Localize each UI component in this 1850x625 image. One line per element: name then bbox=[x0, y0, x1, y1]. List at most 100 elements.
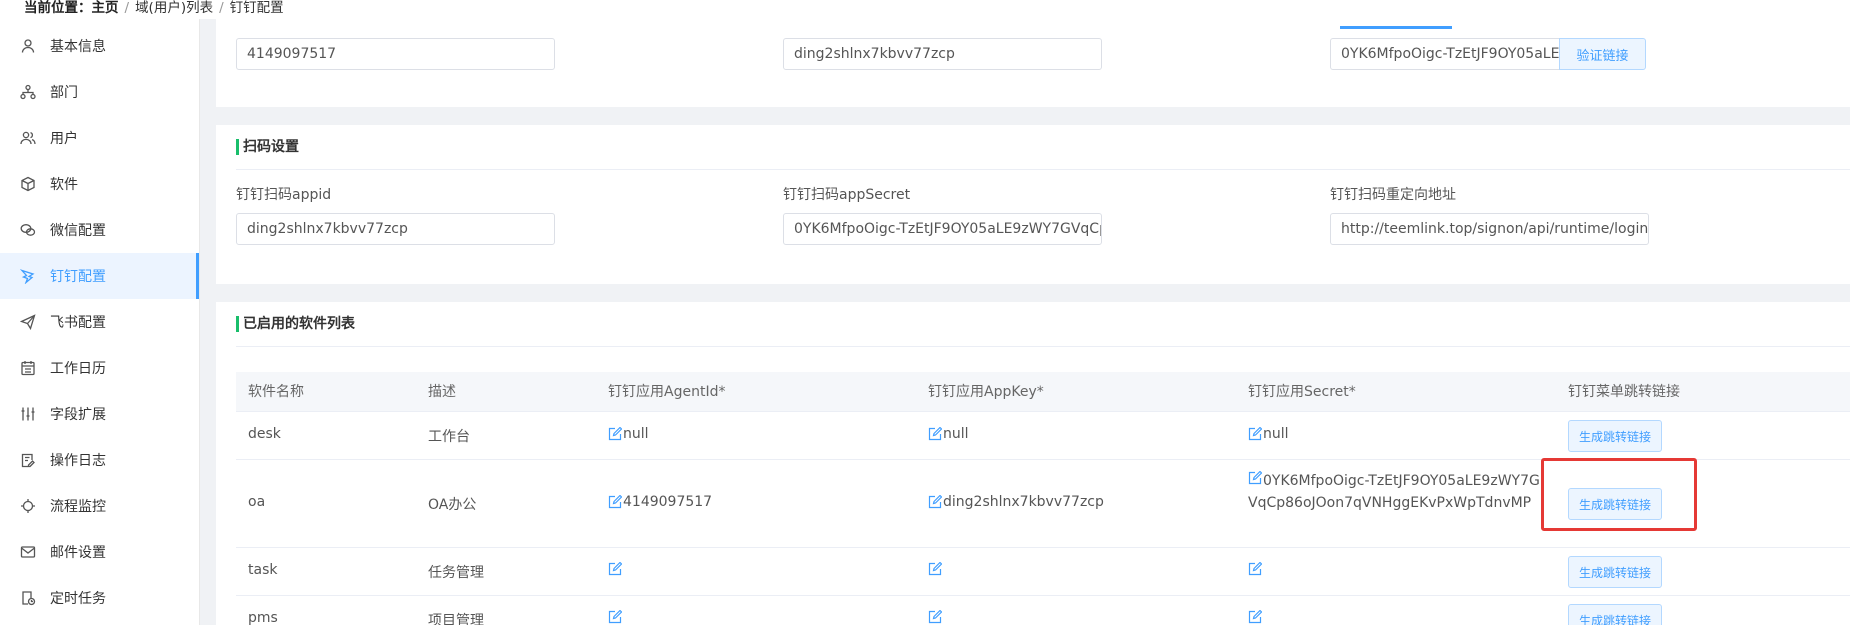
edit-icon[interactable] bbox=[1248, 427, 1262, 441]
column-header-secret: 钉钉应用Secret* bbox=[1248, 384, 1356, 400]
section-divider bbox=[236, 169, 1850, 170]
column-header-agentid: 钉钉应用AgentId* bbox=[608, 384, 726, 400]
generate-link-button[interactable]: 生成跳转链接 bbox=[1568, 604, 1662, 625]
appkey-value: null bbox=[943, 426, 969, 442]
generate-link-button[interactable]: 生成跳转链接 bbox=[1568, 488, 1662, 520]
secret-value: null bbox=[1263, 426, 1289, 442]
appkey-cell[interactable]: ding2shlnx7kbvv77zcp bbox=[928, 494, 1104, 510]
sidebar-item-process-monitor[interactable]: 流程监控 bbox=[0, 483, 199, 529]
software-name: desk bbox=[248, 426, 281, 442]
scan-redirect-label: 钉钉扫码重定向地址 bbox=[1330, 187, 1456, 203]
edit-icon[interactable] bbox=[928, 562, 942, 576]
generate-link-button[interactable]: 生成跳转链接 bbox=[1568, 420, 1662, 452]
agentid-cell[interactable]: null bbox=[608, 426, 649, 442]
log-icon bbox=[20, 452, 36, 468]
generate-link-button[interactable]: 生成跳转链接 bbox=[1568, 556, 1662, 588]
software-desc: 工作台 bbox=[428, 429, 470, 445]
sidebar-item-operation-log[interactable]: 操作日志 bbox=[0, 437, 199, 483]
sidebar-item-department[interactable]: 部门 bbox=[0, 69, 199, 115]
agentid-cell[interactable] bbox=[608, 562, 623, 576]
scan-redirect-input[interactable]: http://teemlink.top/signon/api/runtime/l… bbox=[1330, 213, 1649, 245]
agentid-value: 4149097517 bbox=[623, 494, 713, 510]
software-name: oa bbox=[248, 494, 266, 510]
sidebar-item-basic-info[interactable]: 基本信息 bbox=[0, 23, 199, 69]
breadcrumb-prefix: 当前位置： bbox=[24, 0, 92, 16]
appkey-cell[interactable] bbox=[928, 610, 943, 624]
appkey-cell[interactable]: null bbox=[928, 426, 969, 442]
sidebar-item-label: 飞书配置 bbox=[50, 315, 106, 331]
breadcrumb-domain-list[interactable]: 域(用户)列表 bbox=[135, 0, 213, 16]
edit-icon[interactable] bbox=[928, 427, 942, 441]
secret-input[interactable]: 0YK6MfpoOigc-TzEtJF9OY05aLE9zWY7GVqCp86o… bbox=[1330, 38, 1560, 70]
software-name: task bbox=[248, 562, 278, 578]
calendar-icon bbox=[20, 360, 36, 376]
breadcrumb-home[interactable]: 主页 bbox=[92, 0, 119, 16]
sidebar-item-label: 软件 bbox=[50, 177, 78, 193]
scan-settings-title: 扫码设置 bbox=[236, 139, 299, 155]
sidebar-item-label: 用户 bbox=[50, 131, 78, 147]
breadcrumb-current: 钉钉配置 bbox=[229, 0, 284, 16]
appkey-value: ding2shlnx7kbvv77zcp bbox=[943, 494, 1104, 510]
edit-icon[interactable] bbox=[1248, 471, 1262, 485]
sidebar-item-wechat-config[interactable]: 微信配置 bbox=[0, 207, 199, 253]
sidebar-item-mail-settings[interactable]: 邮件设置 bbox=[0, 529, 199, 575]
software-desc: 任务管理 bbox=[428, 565, 484, 581]
sidebar-item-software[interactable]: 软件 bbox=[0, 161, 199, 207]
agent-id-input[interactable]: 4149097517 bbox=[236, 38, 555, 70]
edit-icon[interactable] bbox=[608, 427, 622, 441]
edit-icon[interactable] bbox=[928, 495, 942, 509]
software-desc: 项目管理 bbox=[428, 613, 484, 625]
dingtalk-app-panel: 4149097517 ding2shlnx7kbvv77zcp 0YK6Mfpo… bbox=[216, 19, 1850, 107]
app-key-input[interactable]: ding2shlnx7kbvv77zcp bbox=[783, 38, 1102, 70]
wechat-icon bbox=[20, 222, 36, 238]
column-header-name: 软件名称 bbox=[248, 384, 304, 400]
edit-icon[interactable] bbox=[1248, 610, 1262, 624]
secret-cell[interactable]: 0YK6MfpoOigc-TzEtJF9OY05aLE9zWY7GVqCp86o… bbox=[1248, 470, 1548, 514]
sidebar-item-label: 基本信息 bbox=[50, 39, 106, 55]
edit-icon[interactable] bbox=[608, 610, 622, 624]
sidebar-item-label: 微信配置 bbox=[50, 223, 106, 239]
sidebar-item-label: 邮件设置 bbox=[50, 545, 106, 561]
agentid-value: null bbox=[623, 426, 649, 442]
sidebar-item-field-extension[interactable]: 字段扩展 bbox=[0, 391, 199, 437]
sidebar: 基本信息 部门 用户 软件 微信配置 钉钉配置 飞书配置 工作日历 字段扩展 操… bbox=[0, 19, 200, 625]
section-divider bbox=[236, 346, 1850, 347]
sidebar-item-label: 操作日志 bbox=[50, 453, 106, 469]
secret-cell[interactable] bbox=[1248, 610, 1263, 624]
edit-icon[interactable] bbox=[608, 495, 622, 509]
sidebar-item-scheduled-tasks[interactable]: 定时任务 bbox=[0, 575, 199, 621]
edit-icon[interactable] bbox=[608, 562, 622, 576]
sidebar-item-users[interactable]: 用户 bbox=[0, 115, 199, 161]
sidebar-item-label: 钉钉配置 bbox=[50, 269, 106, 285]
edit-icon[interactable] bbox=[928, 610, 942, 624]
scan-appid-input[interactable]: ding2shlnx7kbvv77zcp bbox=[236, 213, 555, 245]
verify-link-button[interactable]: 验证链接 bbox=[1559, 38, 1646, 70]
mail-icon bbox=[20, 544, 36, 560]
table-row: task 任务管理 生成跳转链接 bbox=[236, 548, 1850, 596]
column-header-appkey: 钉钉应用AppKey* bbox=[928, 384, 1044, 400]
table-header: 软件名称 描述 钉钉应用AgentId* 钉钉应用AppKey* 钉钉应用Sec… bbox=[236, 372, 1850, 412]
users-icon bbox=[20, 130, 36, 146]
sidebar-item-feishu-config[interactable]: 飞书配置 bbox=[0, 299, 199, 345]
table-row: pms 项目管理 生成跳转链接 bbox=[236, 596, 1850, 625]
secret-cell[interactable] bbox=[1248, 562, 1263, 576]
breadcrumb-separator: / bbox=[219, 0, 224, 16]
agentid-cell[interactable]: 4149097517 bbox=[608, 494, 712, 510]
sidebar-item-label: 工作日历 bbox=[50, 361, 106, 377]
scan-settings-panel: 扫码设置 钉钉扫码appid ding2shlnx7kbvv77zcp 钉钉扫码… bbox=[216, 125, 1850, 284]
sliders-icon bbox=[20, 406, 36, 422]
sidebar-item-work-calendar[interactable]: 工作日历 bbox=[0, 345, 199, 391]
breadcrumb-separator: / bbox=[124, 0, 130, 16]
secret-cell[interactable]: null bbox=[1248, 426, 1289, 442]
column-header-desc: 描述 bbox=[428, 384, 456, 400]
user-icon bbox=[20, 38, 36, 54]
edit-icon[interactable] bbox=[1248, 562, 1262, 576]
enabled-software-panel: 已启用的软件列表 软件名称 描述 钉钉应用AgentId* 钉钉应用AppKey… bbox=[216, 302, 1850, 625]
software-name: pms bbox=[248, 610, 278, 625]
appkey-cell[interactable] bbox=[928, 562, 943, 576]
timer-icon bbox=[20, 590, 36, 606]
sidebar-item-dingtalk-config[interactable]: 钉钉配置 bbox=[0, 253, 199, 299]
agentid-cell[interactable] bbox=[608, 610, 623, 624]
software-desc: OA办公 bbox=[428, 497, 477, 513]
scan-secret-input[interactable]: 0YK6MfpoOigc-TzEtJF9OY05aLE9zWY7GVqCp86o… bbox=[783, 213, 1102, 245]
